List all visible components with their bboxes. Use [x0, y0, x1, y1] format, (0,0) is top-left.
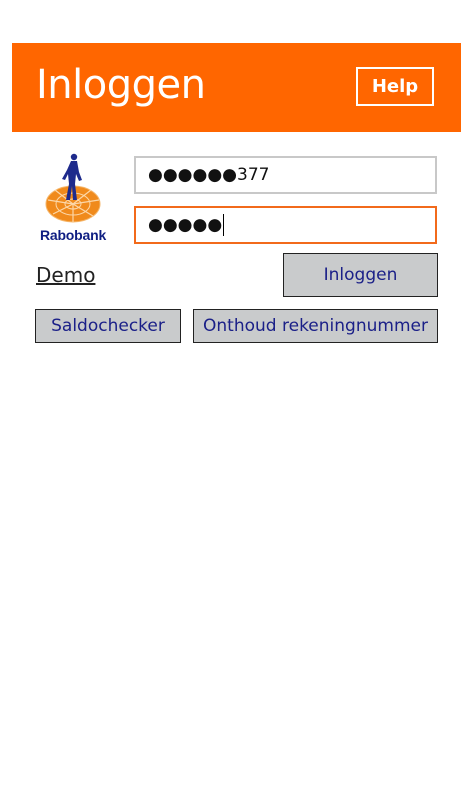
- login-button[interactable]: Inloggen: [283, 253, 438, 297]
- account-number-input[interactable]: ●●●●●●377: [134, 156, 437, 194]
- saldochecker-button[interactable]: Saldochecker: [35, 309, 181, 343]
- rabobank-logo-icon: [45, 153, 101, 223]
- pin-input[interactable]: ●●●●●: [134, 206, 437, 244]
- account-number-value: ●●●●●●377: [148, 165, 270, 185]
- pin-value: ●●●●●: [148, 215, 223, 235]
- text-caret: [223, 214, 225, 236]
- page-title: Inloggen: [36, 62, 206, 108]
- rabobank-logo: Rabobank: [33, 152, 113, 248]
- app-header: Inloggen Help: [12, 43, 461, 132]
- rabobank-brand-text: Rabobank: [39, 227, 107, 243]
- help-button[interactable]: Help: [356, 67, 434, 106]
- demo-link[interactable]: Demo: [36, 263, 95, 287]
- remember-account-button[interactable]: Onthoud rekeningnummer: [193, 309, 438, 343]
